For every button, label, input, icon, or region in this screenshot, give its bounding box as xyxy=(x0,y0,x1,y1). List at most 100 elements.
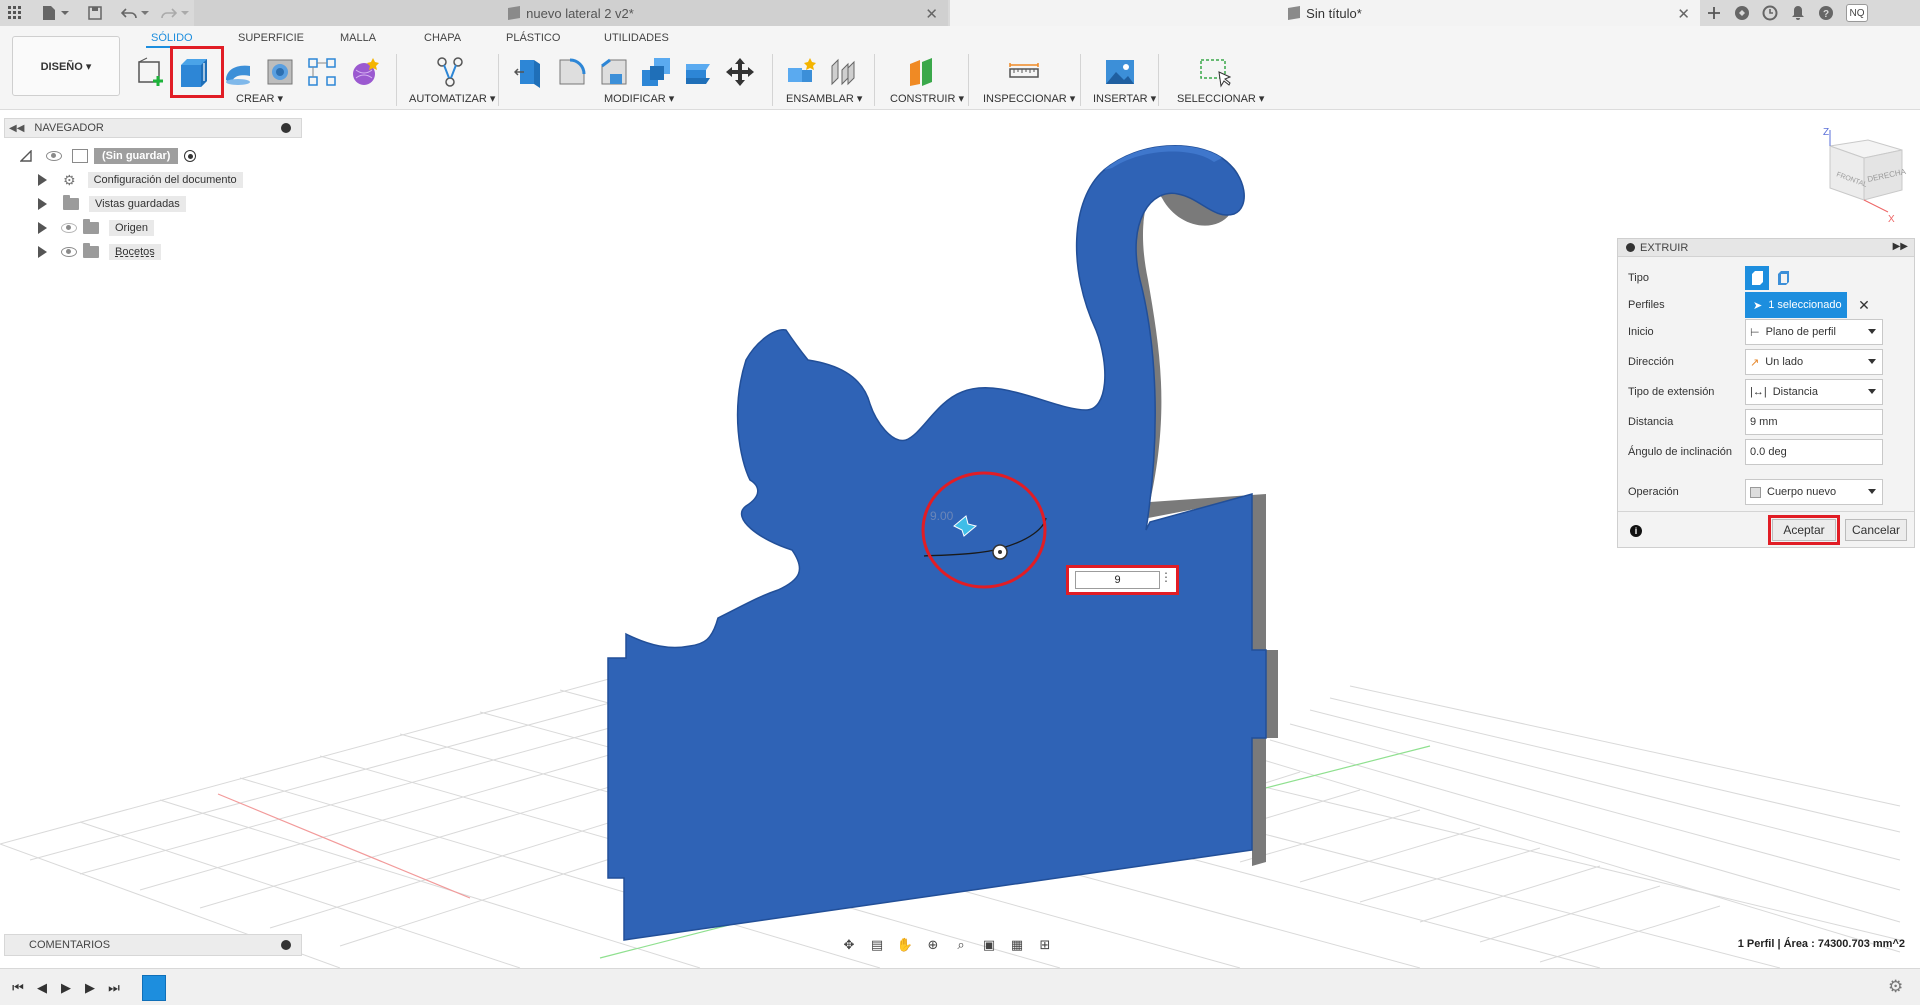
extruded-body[interactable] xyxy=(607,144,1278,941)
browser-item-origen[interactable]: Origen xyxy=(38,218,155,238)
group-label-construir[interactable]: CONSTRUIR ▾ xyxy=(890,92,964,105)
press-pull-icon[interactable] xyxy=(512,54,548,90)
new-tab-plus-icon[interactable] xyxy=(1700,0,1728,26)
browser-item-vistas-guardadas[interactable]: Vistas guardadas xyxy=(38,194,186,214)
close-tab-icon[interactable]: ✕ xyxy=(925,5,938,23)
new-component-icon[interactable] xyxy=(784,54,820,90)
pattern-icon[interactable] xyxy=(304,54,340,90)
grid-settings-icon[interactable]: ▦ xyxy=(1006,936,1028,954)
orbit-icon[interactable]: ✥ xyxy=(838,936,860,954)
start-dropdown[interactable]: ⊢ Plano de perfil xyxy=(1745,319,1883,345)
group-label-ensamblar[interactable]: ENSAMBLAR ▾ xyxy=(786,92,862,105)
offset-plane-icon[interactable] xyxy=(904,54,940,90)
tab-chapa[interactable]: CHAPA xyxy=(424,32,461,44)
go-to-start-icon[interactable]: ⏮ xyxy=(10,980,26,996)
extent-type-dropdown[interactable]: |↔| Distancia xyxy=(1745,379,1883,405)
clear-selection-icon[interactable]: ✕ xyxy=(1854,292,1874,318)
browser-root-row[interactable]: (Sin guardar) xyxy=(20,146,197,166)
play-icon[interactable]: ▶ xyxy=(58,980,74,996)
chamfer-icon[interactable] xyxy=(596,54,632,90)
zoom-window-icon[interactable]: ⌕ xyxy=(950,936,972,954)
shell-icon[interactable] xyxy=(638,54,674,90)
step-forward-icon[interactable]: ▶ xyxy=(82,980,98,996)
group-label-inspeccionar[interactable]: INSPECCIONAR ▾ xyxy=(983,92,1075,105)
move-copy-icon[interactable] xyxy=(722,54,758,90)
expand-closed-icon[interactable] xyxy=(38,198,47,210)
visibility-hidden-eye-icon[interactable] xyxy=(61,223,77,233)
tab-solido[interactable]: SÓLIDO xyxy=(151,32,193,44)
undo-dropdown-icon[interactable] xyxy=(140,3,150,23)
type-thin-extrude-icon[interactable] xyxy=(1771,266,1795,290)
redo-icon[interactable] xyxy=(158,3,180,23)
tab-malla[interactable]: MALLA xyxy=(340,32,376,44)
tab-plastico[interactable]: PLÁSTICO xyxy=(506,32,560,44)
expand-open-icon[interactable] xyxy=(20,150,32,162)
automate-icon[interactable] xyxy=(432,54,468,90)
tab-utilidades[interactable]: UTILIDADES xyxy=(604,32,669,44)
notifications-bell-icon[interactable] xyxy=(1784,0,1812,26)
create-sketch-icon[interactable] xyxy=(134,54,170,90)
insert-image-icon[interactable] xyxy=(1102,54,1138,90)
hole-icon[interactable] xyxy=(262,54,298,90)
taper-angle-input[interactable]: 0.0 deg xyxy=(1745,439,1883,465)
add-comment-icon[interactable] xyxy=(281,940,291,950)
go-to-end-icon[interactable]: ⏭ xyxy=(106,980,122,996)
file-menu-dropdown-icon[interactable] xyxy=(60,3,70,23)
user-avatar[interactable]: NQ xyxy=(1846,4,1868,22)
redo-dropdown-icon[interactable] xyxy=(180,3,190,23)
zoom-icon[interactable]: ⊕ xyxy=(922,936,944,954)
distance-inline-input[interactable]: 9 xyxy=(1075,571,1160,589)
expand-closed-icon[interactable] xyxy=(38,174,47,186)
browser-options-icon[interactable] xyxy=(281,123,291,133)
help-icon[interactable]: ? xyxy=(1812,0,1840,26)
profiles-selection-button[interactable]: ➤ 1 seleccionado xyxy=(1745,292,1847,318)
pan-hand-icon[interactable]: ✋ xyxy=(894,936,916,954)
more-options-icon[interactable]: ⋮ xyxy=(1160,570,1172,584)
timeline-sketch-feature[interactable] xyxy=(142,975,166,1001)
viewports-icon[interactable]: ⊞ xyxy=(1034,936,1056,954)
revolve-icon[interactable] xyxy=(220,54,256,90)
group-label-insertar[interactable]: INSERTAR ▾ xyxy=(1093,92,1156,105)
direction-dropdown[interactable]: ↗ Un lado xyxy=(1745,349,1883,375)
browser-item-bocetos[interactable]: Bocetos xyxy=(38,242,161,262)
info-icon[interactable]: i xyxy=(1630,525,1642,537)
measure-icon[interactable] xyxy=(1006,54,1042,90)
tab-superficie[interactable]: SUPERFICIE xyxy=(238,32,304,44)
save-icon[interactable] xyxy=(84,3,106,23)
visibility-eye-icon[interactable] xyxy=(61,247,77,257)
undo-icon[interactable] xyxy=(118,3,140,23)
expand-closed-icon[interactable] xyxy=(38,246,47,258)
distance-input[interactable]: 9 mm xyxy=(1745,409,1883,435)
close-tab-icon[interactable]: ✕ xyxy=(1677,5,1690,23)
joint-icon[interactable] xyxy=(826,54,862,90)
viewcube[interactable]: FRONTAL DERECHA Z X xyxy=(1808,126,1910,228)
collapse-panel-icon[interactable]: ◀◀ xyxy=(9,123,24,134)
timeline-settings-gear-icon[interactable]: ⚙ xyxy=(1888,977,1903,997)
tab-document-sin-titulo[interactable]: Sin título* ✕ xyxy=(950,0,1700,26)
step-back-icon[interactable]: ◀ xyxy=(34,980,50,996)
visibility-eye-icon[interactable] xyxy=(46,151,62,161)
group-label-automatizar[interactable]: AUTOMATIZAR ▾ xyxy=(409,92,495,105)
extensions-icon[interactable] xyxy=(1728,0,1756,26)
fillet-icon[interactable] xyxy=(554,54,590,90)
type-solid-extrude-icon[interactable] xyxy=(1745,266,1769,290)
workspace-switcher-button[interactable]: DISEÑO ▾ xyxy=(12,36,120,96)
comments-panel-header[interactable]: COMENTARIOS xyxy=(4,934,302,956)
display-settings-icon[interactable]: ▣ xyxy=(978,936,1000,954)
cancel-button[interactable]: Cancelar xyxy=(1845,519,1907,541)
activate-radio-icon[interactable] xyxy=(184,150,197,162)
collapse-dialog-icon[interactable] xyxy=(1626,243,1635,252)
group-label-seleccionar[interactable]: SELECCIONAR ▾ xyxy=(1177,92,1264,105)
apps-grid-icon[interactable] xyxy=(4,3,26,23)
tab-document-nuevo-lateral[interactable]: nuevo lateral 2 v2* ✕ xyxy=(194,0,948,26)
file-menu-icon[interactable] xyxy=(38,3,60,23)
create-form-icon[interactable] xyxy=(346,54,382,90)
window-select-icon[interactable] xyxy=(1197,54,1233,90)
operation-dropdown[interactable]: Cuerpo nuevo xyxy=(1745,479,1883,505)
look-at-icon[interactable]: ▤ xyxy=(866,936,888,954)
group-label-modificar[interactable]: MODIFICAR ▾ xyxy=(604,92,674,105)
expand-dialog-icon[interactable]: ▶▶ xyxy=(1893,241,1908,252)
expand-closed-icon[interactable] xyxy=(38,222,47,234)
combine-icon[interactable] xyxy=(680,54,716,90)
group-label-crear[interactable]: CREAR ▾ xyxy=(236,92,283,105)
